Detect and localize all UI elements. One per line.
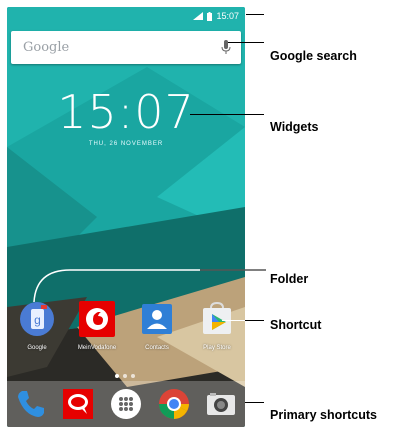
callout-google-search: Google search	[270, 49, 357, 63]
search-placeholder: Google	[23, 40, 70, 55]
app-label: Google	[27, 345, 47, 351]
wallpaper	[7, 7, 245, 427]
callout-primary-shortcuts: Primary shortcuts	[270, 408, 377, 422]
callout-line-search	[228, 42, 264, 43]
app-drawer-icon[interactable]	[109, 387, 143, 421]
app-label: Play Store	[203, 345, 231, 351]
status-time: 15:07	[216, 11, 239, 21]
camera-icon[interactable]	[204, 387, 238, 421]
callout-line-status	[246, 14, 264, 15]
page-dot	[123, 374, 127, 378]
svg-text:g: g	[34, 313, 41, 327]
callout-folder: Folder	[270, 272, 309, 286]
callout-line-folder	[33, 269, 266, 303]
page-dot	[115, 374, 119, 378]
phone-screen: 15:07 Google 15:07 THU, 26 NOVEMBER g Go…	[7, 7, 245, 427]
page-dot	[131, 374, 135, 378]
battery-icon	[207, 11, 213, 21]
signal-icon	[193, 12, 204, 20]
page-indicator	[115, 374, 135, 378]
clock-widget-date: THU, 26 NOVEMBER	[88, 141, 164, 147]
status-bar: 15:07	[7, 7, 245, 25]
dock	[7, 381, 245, 427]
callout-line-widgets	[190, 114, 264, 115]
google-search-bar[interactable]: Google	[11, 31, 241, 64]
phone-icon[interactable]	[14, 387, 48, 421]
messages-icon[interactable]	[61, 387, 95, 421]
clock-widget-time[interactable]: 15:07	[7, 85, 245, 139]
app-label: MeinVodafone	[77, 345, 117, 351]
callout-line-shortcut	[245, 320, 264, 321]
chrome-icon[interactable]	[157, 387, 191, 421]
callout-widgets: Widgets	[270, 120, 319, 134]
app-label: Contacts	[145, 345, 169, 351]
callout-line-primary	[245, 402, 264, 403]
callout-shortcut: Shortcut	[270, 318, 322, 332]
